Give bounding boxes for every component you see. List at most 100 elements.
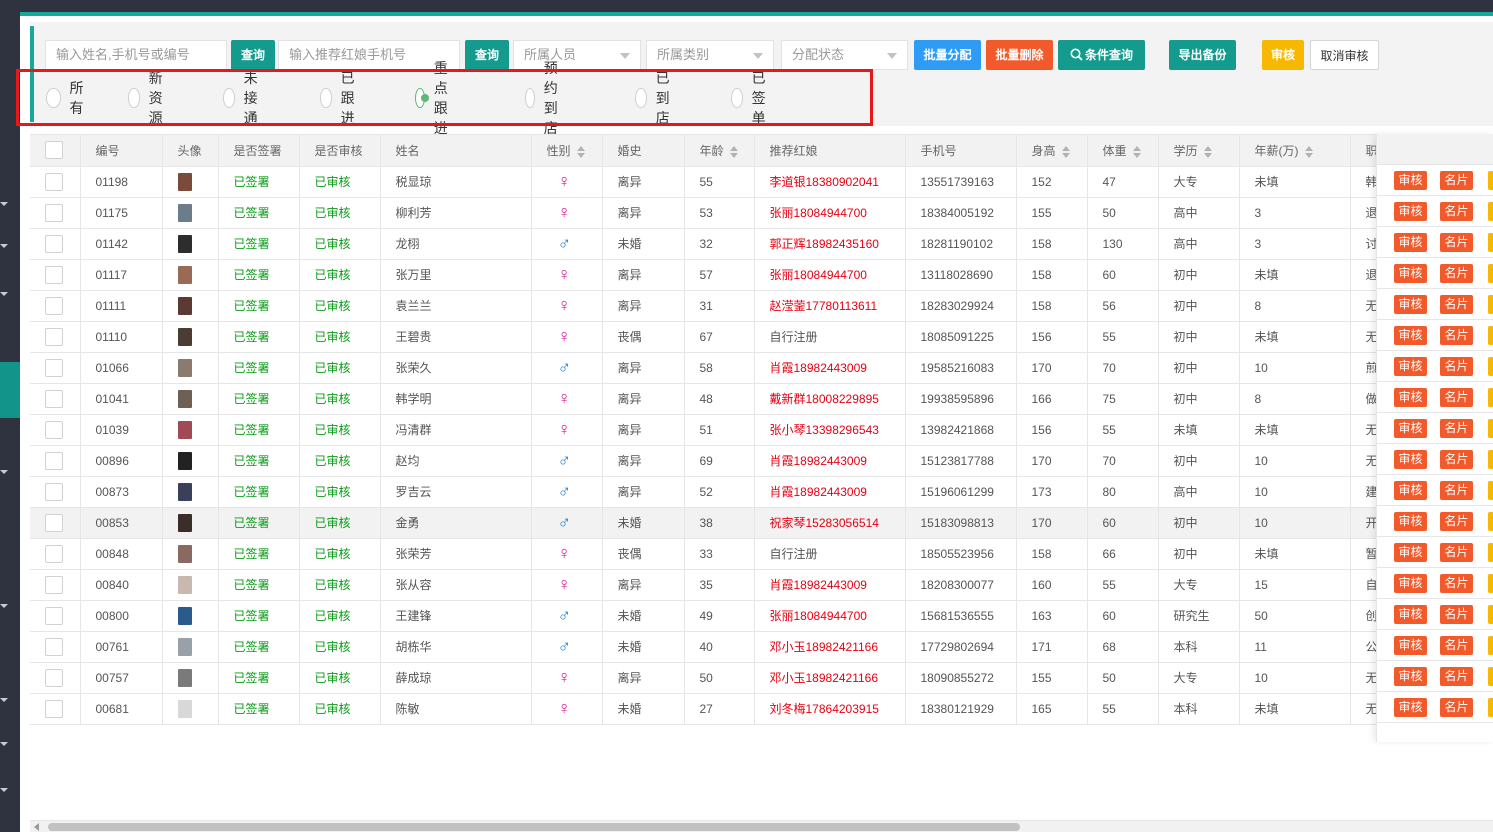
condition-query-button[interactable]: 条件查询: [1058, 40, 1145, 70]
sidebar-active-item[interactable]: [0, 362, 20, 418]
row-more-button[interactable]: [1488, 264, 1493, 283]
table-row[interactable]: 01041 已签署 已审核 韩学明 ♀ 离异 48 戴新群18008229895 1993859…: [30, 383, 1381, 415]
checkbox[interactable]: [45, 389, 63, 408]
table-row[interactable]: 01066 已签署 已审核 张荣久 ♂ 离异 58 肖霞18982443009 19585216…: [30, 352, 1381, 384]
checkbox[interactable]: [45, 513, 63, 532]
avatar[interactable]: [177, 668, 192, 687]
avatar[interactable]: [177, 327, 192, 346]
row-audit-button[interactable]: 审核: [1394, 202, 1427, 221]
row-audit-button[interactable]: 审核: [1394, 326, 1427, 345]
cell-avatar[interactable]: [162, 445, 219, 477]
avatar[interactable]: [177, 606, 192, 625]
search-name-input[interactable]: 输入姓名,手机号或编号: [45, 40, 227, 70]
chevron-down-icon[interactable]: [0, 202, 8, 206]
row-card-button[interactable]: 名片: [1440, 202, 1473, 221]
scrollbar-thumb[interactable]: [48, 823, 1020, 831]
assign-status-select[interactable]: 分配状态: [781, 40, 908, 70]
row-card-button[interactable]: 名片: [1440, 419, 1473, 438]
row-more-button[interactable]: [1488, 574, 1493, 593]
row-checkbox-cell[interactable]: [30, 507, 81, 539]
header-weight[interactable]: 体重: [1087, 135, 1159, 167]
row-audit-button[interactable]: 审核: [1394, 419, 1427, 438]
row-checkbox-cell[interactable]: [30, 414, 81, 446]
row-card-button[interactable]: 名片: [1440, 326, 1473, 345]
checkbox[interactable]: [45, 296, 63, 315]
export-backup-button[interactable]: 导出备份: [1169, 40, 1236, 70]
horizontal-scrollbar[interactable]: [30, 820, 1493, 832]
row-checkbox-cell[interactable]: [30, 383, 81, 415]
row-checkbox-cell[interactable]: [30, 445, 81, 477]
row-more-button[interactable]: [1488, 543, 1493, 562]
avatar[interactable]: [177, 203, 192, 222]
row-more-button[interactable]: [1488, 233, 1493, 252]
row-more-button[interactable]: [1488, 419, 1493, 438]
cell-avatar[interactable]: [162, 569, 219, 601]
avatar[interactable]: [177, 544, 192, 563]
row-checkbox-cell[interactable]: [30, 321, 81, 353]
person-select[interactable]: 所属人员: [513, 40, 641, 70]
batch-assign-button[interactable]: 批量分配: [914, 40, 981, 70]
cell-avatar[interactable]: [162, 507, 219, 539]
row-card-button[interactable]: 名片: [1440, 667, 1473, 686]
recommender-phone-input[interactable]: 输入推荐红娘手机号: [278, 40, 460, 70]
header-select-all[interactable]: [30, 135, 81, 167]
avatar[interactable]: [177, 637, 192, 656]
avatar[interactable]: [177, 482, 192, 501]
avatar[interactable]: [177, 296, 192, 315]
batch-delete-button[interactable]: 批量删除: [986, 40, 1053, 70]
chevron-down-icon[interactable]: [0, 292, 8, 296]
row-checkbox-cell[interactable]: [30, 569, 81, 601]
row-checkbox-cell[interactable]: [30, 228, 81, 260]
row-more-button[interactable]: [1488, 357, 1493, 376]
cell-avatar[interactable]: [162, 259, 219, 291]
row-audit-button[interactable]: 审核: [1394, 636, 1427, 655]
checkbox[interactable]: [45, 575, 63, 594]
row-more-button[interactable]: [1488, 698, 1493, 717]
row-audit-button[interactable]: 审核: [1394, 605, 1427, 624]
avatar[interactable]: [177, 389, 192, 408]
cell-avatar[interactable]: [162, 600, 219, 632]
header-age[interactable]: 年龄: [684, 135, 755, 167]
row-card-button[interactable]: 名片: [1440, 605, 1473, 624]
row-audit-button[interactable]: 审核: [1394, 512, 1427, 531]
sort-icon[interactable]: [1304, 145, 1313, 158]
table-row[interactable]: 01110 已签署 已审核 王碧贵 ♀ 丧偶 67 自行注册 18085091225 156 55 初…: [30, 321, 1381, 353]
row-checkbox-cell[interactable]: [30, 290, 81, 322]
table-row[interactable]: 01175 已签署 已审核 柳利芳 ♀ 离异 53 张丽18084944700 18384005…: [30, 197, 1381, 229]
table-row[interactable]: 00761 已签署 已审核 胡栋华 ♂ 未婚 40 邓小玉18982421166 1772980…: [30, 631, 1381, 663]
row-checkbox-cell[interactable]: [30, 352, 81, 384]
cell-avatar[interactable]: [162, 352, 219, 384]
checkbox[interactable]: [45, 699, 63, 718]
row-card-button[interactable]: 名片: [1440, 264, 1473, 283]
row-more-button[interactable]: [1488, 481, 1493, 500]
table-row[interactable]: 01117 已签署 已审核 张万里 ♀ 离异 57 张丽18084944700 13118028…: [30, 259, 1381, 291]
row-card-button[interactable]: 名片: [1440, 171, 1473, 190]
avatar[interactable]: [177, 358, 192, 377]
checkbox[interactable]: [45, 327, 63, 346]
checkbox[interactable]: [45, 234, 63, 253]
row-checkbox-cell[interactable]: [30, 662, 81, 694]
cancel-audit-button[interactable]: 取消审核: [1310, 40, 1379, 70]
row-card-button[interactable]: 名片: [1440, 574, 1473, 593]
checkbox[interactable]: [45, 637, 63, 656]
checkbox[interactable]: [45, 606, 63, 625]
sort-icon[interactable]: [1061, 145, 1070, 158]
row-more-button[interactable]: [1488, 450, 1493, 469]
cell-avatar[interactable]: [162, 662, 219, 694]
cell-avatar[interactable]: [162, 538, 219, 570]
chevron-down-icon[interactable]: [0, 470, 8, 474]
row-card-button[interactable]: 名片: [1440, 233, 1473, 252]
cell-avatar[interactable]: [162, 693, 219, 725]
avatar[interactable]: [177, 451, 192, 470]
cell-avatar[interactable]: [162, 197, 219, 229]
table-row[interactable]: 00757 已签署 已审核 薛成琼 ♀ 离异 50 邓小玉18982421166 1809085…: [30, 662, 1381, 694]
table-row[interactable]: 01039 已签署 已审核 冯清群 ♀ 离异 51 张小琴13398296543 1398242…: [30, 414, 1381, 446]
row-more-button[interactable]: [1488, 295, 1493, 314]
row-more-button[interactable]: [1488, 388, 1493, 407]
row-checkbox-cell[interactable]: [30, 259, 81, 291]
row-checkbox-cell[interactable]: [30, 693, 81, 725]
cell-avatar[interactable]: [162, 631, 219, 663]
checkbox[interactable]: [45, 141, 63, 160]
query-recommender-button[interactable]: 查询: [465, 40, 509, 70]
sort-icon[interactable]: [1132, 145, 1141, 158]
